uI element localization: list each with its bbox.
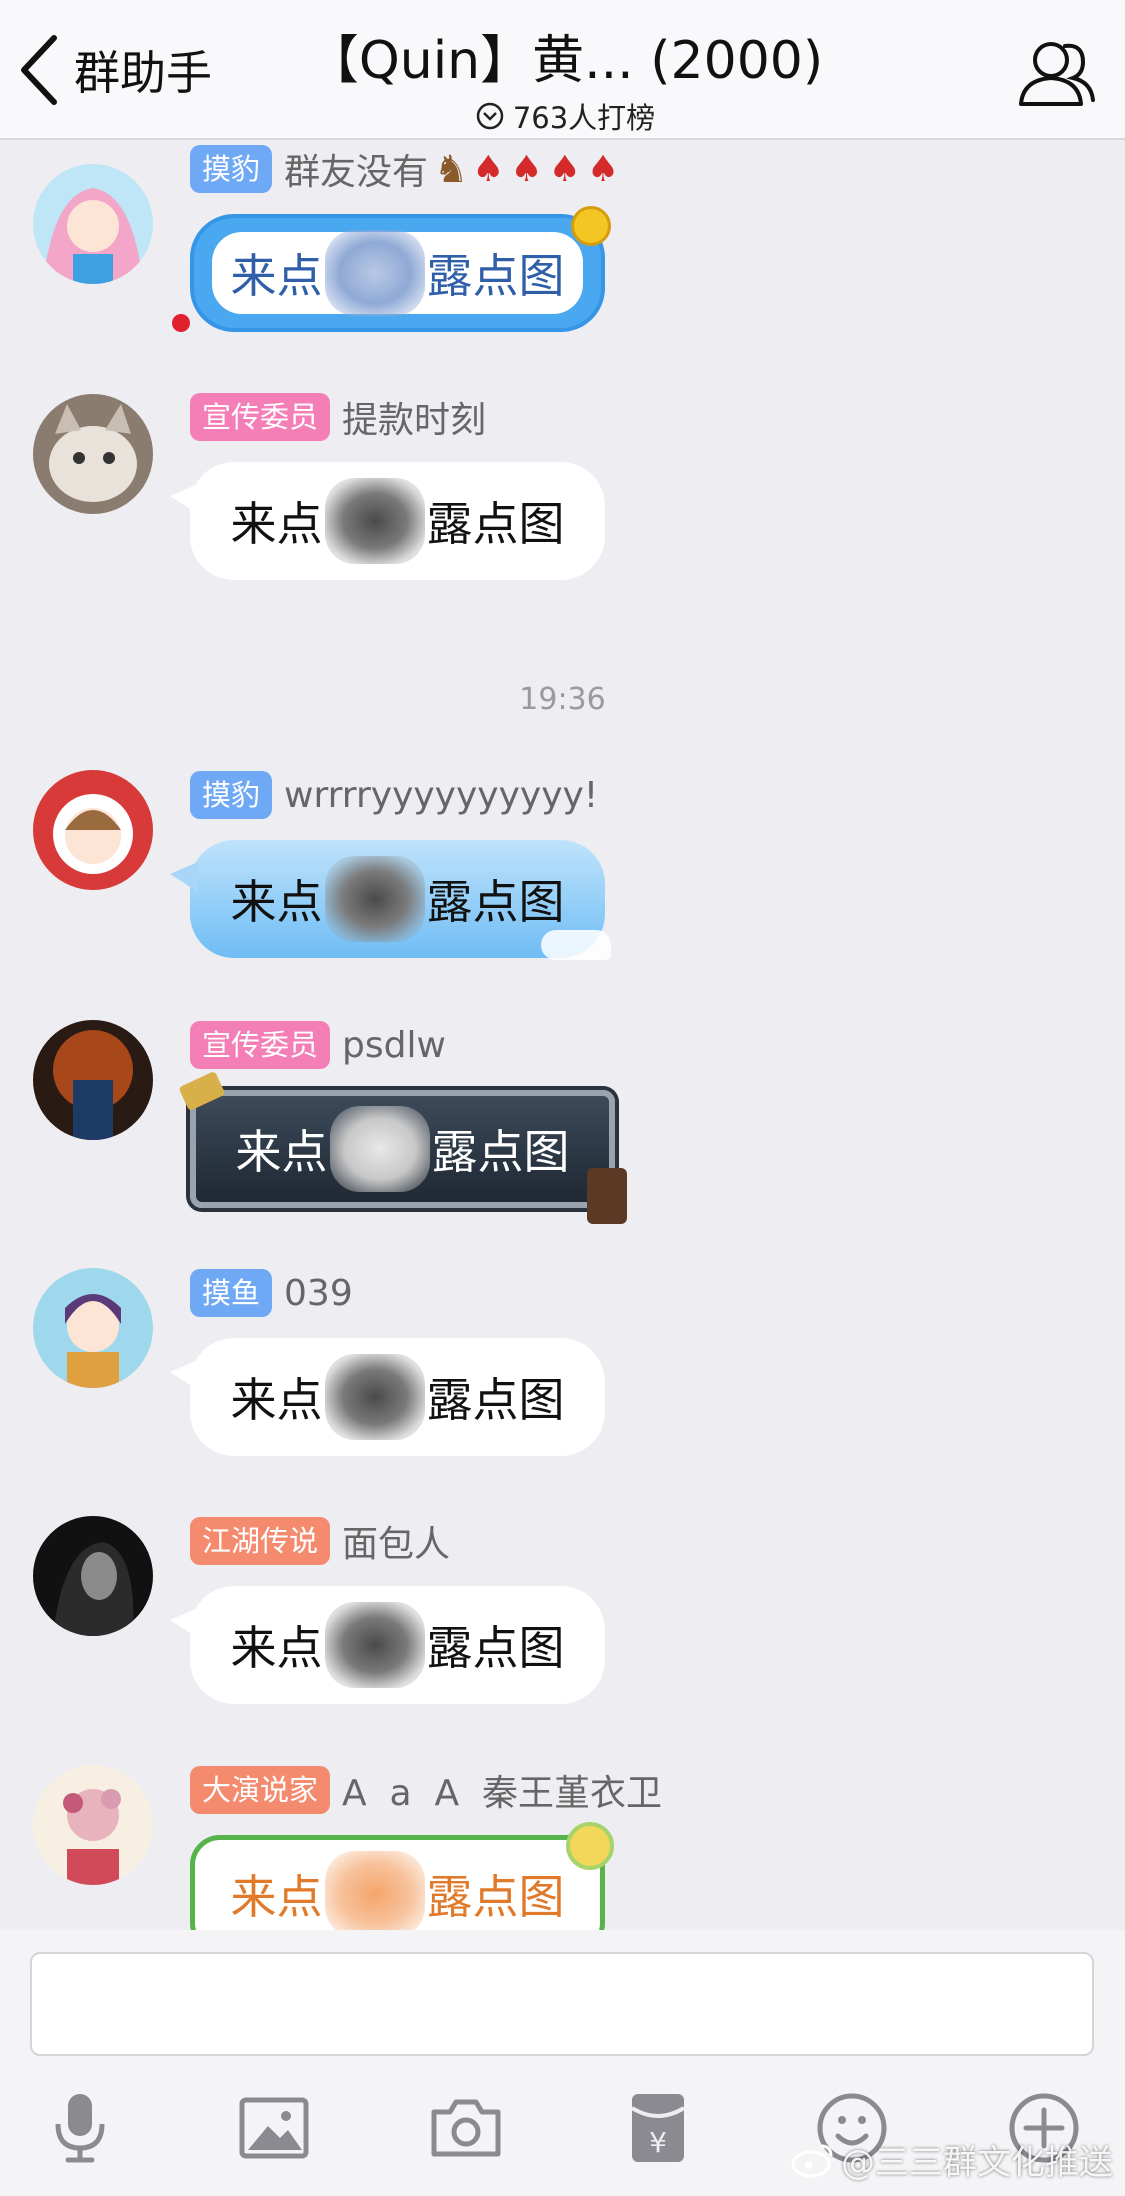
warrior-avatar-icon	[33, 1020, 153, 1140]
message-text-start: 来点	[230, 1870, 323, 1924]
sender-nickname: 群友没有	[284, 152, 429, 193]
chevron-left-icon	[21, 35, 57, 105]
member-title-badge: 摸豹	[190, 771, 273, 819]
message-text-end: 露点图	[426, 875, 565, 929]
avatar[interactable]	[33, 1268, 153, 1388]
wave-decoration	[541, 930, 611, 960]
anime-girl-avatar-icon	[33, 164, 153, 284]
avatar[interactable]	[33, 394, 153, 514]
chat-title-area[interactable]: 【Quin】黄... (2000) 763人打榜	[300, 18, 830, 137]
censored-scribble	[324, 478, 425, 564]
sender-info: 宣传委员 提款时刻	[190, 392, 486, 442]
group-profile-icon	[1019, 42, 1095, 106]
top-bar: 群助手 【Quin】黄... (2000) 763人打榜	[0, 0, 1125, 140]
ranking-subtitle[interactable]: 763人打榜	[300, 95, 830, 137]
voice-button[interactable]	[42, 2090, 118, 2166]
soldier-decoration-icon	[587, 1168, 627, 1224]
member-title-badge: 大演说家	[190, 1766, 331, 1814]
censored-scribble	[324, 230, 425, 316]
message-text-end: 露点图	[426, 1870, 565, 1924]
message-text-end: 露点图	[431, 1125, 570, 1179]
message-text-start: 来点	[230, 249, 323, 303]
message-bubble[interactable]: 来点 露点图	[190, 1822, 614, 1930]
flower-portrait-avatar-icon	[33, 1765, 153, 1885]
chat-timestamp: 19:36	[519, 682, 606, 717]
svg-text:¥: ¥	[649, 2126, 667, 2159]
input-panel: ¥ @三三群文化推送	[0, 1930, 1125, 2196]
camera-button[interactable]	[428, 2090, 504, 2166]
message-input[interactable]	[30, 1952, 1094, 2056]
message-text-end: 露点图	[426, 497, 565, 551]
horse-emoji-icon: ♞	[434, 147, 469, 191]
censored-scribble	[329, 1106, 430, 1192]
microphone-icon	[55, 2094, 105, 2163]
flower-decoration-icon	[566, 1822, 614, 1870]
photo-button[interactable]	[236, 2090, 312, 2166]
avatar[interactable]	[33, 1516, 153, 1636]
sender-nickname: wrrrryyyyyyyyyy!	[284, 774, 599, 816]
sender-info: 江湖传说 面包人	[190, 1516, 450, 1566]
sender-nickname: 提款时刻	[342, 400, 487, 441]
group-members-button[interactable]	[1013, 34, 1097, 110]
sender-info: 宣传委员 psdlw	[190, 1020, 446, 1070]
red-dot-decoration	[172, 314, 190, 332]
member-title-badge: 宣传委员	[190, 393, 331, 441]
message-bubble[interactable]: 来点 露点图	[170, 840, 611, 960]
anime-girl-avatar-icon	[33, 1268, 153, 1388]
red-packet-icon: ¥	[630, 2094, 686, 2162]
back-button[interactable]: 群助手	[14, 30, 212, 110]
message-text-start: 来点	[230, 875, 323, 929]
sender-nickname: psdlw	[342, 1024, 446, 1066]
chat-message-list[interactable]: 摸豹 群友没有 ♞ ♠♠♠♠ 来点 露点图 宣传委员 提款时刻 来点 露点图 1…	[0, 140, 1125, 1930]
red-packet-button[interactable]: ¥	[620, 2090, 696, 2166]
member-title-badge: 宣传委员	[190, 1021, 331, 1069]
censored-scribble	[324, 1602, 425, 1688]
ranking-count: 763人打榜	[512, 101, 656, 135]
member-title-badge: 摸鱼	[190, 1269, 273, 1317]
avatar[interactable]	[33, 164, 153, 284]
back-label: 群助手	[74, 46, 212, 100]
weibo-watermark: @三三群文化推送	[791, 2135, 1113, 2184]
message-bubble[interactable]: 来点 露点图	[170, 1586, 605, 1704]
message-text-start: 来点	[230, 1373, 323, 1427]
avatar[interactable]	[33, 1020, 153, 1140]
message-bubble[interactable]: 来点 露点图	[172, 206, 611, 332]
sender-info: 摸豹 群友没有 ♞ ♠♠♠♠	[190, 144, 625, 194]
message-bubble[interactable]: 来点 露点图	[170, 462, 605, 580]
message-bubble[interactable]: 来点 露点图	[170, 1338, 605, 1456]
weibo-logo-icon	[791, 2144, 833, 2177]
sender-info: 大演说家 A a A 秦王堇衣卫	[190, 1765, 662, 1815]
image-icon	[239, 2097, 309, 2159]
message-text-end: 露点图	[426, 1621, 565, 1675]
member-title-badge: 江湖传说	[190, 1517, 331, 1565]
avatar[interactable]	[33, 770, 153, 890]
message-text-end: 露点图	[426, 1373, 565, 1427]
message-bubble[interactable]: 来点 露点图	[178, 1070, 627, 1224]
censored-scribble	[324, 856, 425, 942]
censored-scribble	[324, 1354, 425, 1440]
bullet-decoration-icon	[178, 1070, 226, 1112]
bell-icon	[571, 206, 611, 246]
sender-nickname: A a A 秦王堇衣卫	[342, 1773, 662, 1814]
sender-info: 摸豹 wrrrryyyyyyyyyy!	[190, 770, 598, 820]
avatar[interactable]	[33, 1765, 153, 1885]
message-text-start: 来点	[230, 1621, 323, 1675]
anime-girl-avatar-icon	[33, 770, 153, 890]
hooded-figure-avatar-icon	[33, 1516, 153, 1636]
camera-icon	[431, 2099, 501, 2157]
sender-nickname: 面包人	[342, 1524, 451, 1565]
sender-nickname: 039	[284, 1272, 353, 1314]
sender-info: 摸鱼 039	[190, 1268, 353, 1318]
page-title: 【Quin】黄... (2000)	[306, 31, 824, 91]
censored-scribble	[324, 1851, 425, 1930]
message-text-start: 来点	[235, 1125, 328, 1179]
member-title-badge: 摸豹	[190, 145, 273, 193]
dancer-emoji-icon: ♠♠♠♠	[472, 148, 626, 190]
chevron-circle-down-icon	[476, 102, 504, 130]
message-text-end: 露点图	[426, 249, 565, 303]
cat-avatar-icon	[33, 394, 153, 514]
message-text-start: 来点	[230, 497, 323, 551]
